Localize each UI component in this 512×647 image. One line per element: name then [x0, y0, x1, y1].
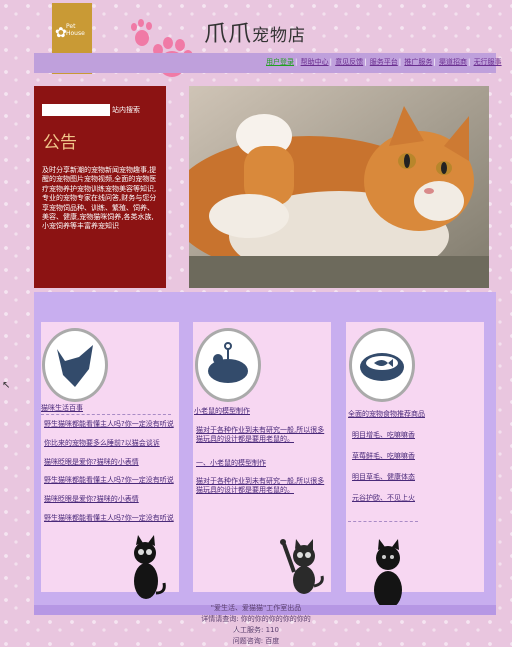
column-title-mouse-model[interactable]: 小老鼠的模型制作: [194, 406, 250, 416]
toy-mouse-icon: [195, 328, 261, 402]
list-item[interactable]: 猫咪眨眼是爱你?猫咪的小表情: [44, 458, 139, 467]
footer-service: 人工服务: 110: [233, 626, 279, 634]
list-item[interactable]: 猫对于各种作业到未有研究一般,所以很多猫玩具的设计都是要用老鼠的。: [196, 426, 331, 444]
column-title-products[interactable]: 全面的宠物食物推荐商品: [348, 409, 425, 419]
sitting-cat-icon: [374, 539, 402, 609]
notice-title: 公告: [43, 133, 77, 153]
footer-consult: 问题咨询: 百度: [232, 637, 280, 645]
nav-link-other[interactable]: 无行服事: [474, 58, 502, 66]
waving-cat-icon: [280, 539, 324, 594]
notice-body: 及时分享新潮的宠物新闻宠物趣事,提醒的宠物图片宠物视频,全面的宠物医疗宠物养护宠…: [42, 166, 157, 231]
brand-big: 爪爪: [204, 21, 252, 47]
footer-details: 详情请查询: 你的你的你的你的你的: [201, 615, 311, 623]
footer-credit: "爱生活、爱猫猫"工作室出品: [210, 604, 302, 612]
cat-head-icon: [42, 328, 108, 402]
list-item[interactable]: 你比来的宠物要多么睡前?以猫会谈诉: [44, 439, 160, 448]
divider: [41, 414, 171, 415]
list-item[interactable]: 一、小老鼠的模型制作: [196, 459, 266, 468]
paw-print-icon: [131, 19, 193, 77]
list-item[interactable]: 猫对于各种作业到未有研究一般,所以很多猫玩具的设计都是要用老鼠的。: [196, 477, 331, 495]
list-item[interactable]: 猫咪眨眼是爱你?猫咪的小表情: [44, 495, 139, 504]
black-cat-icon: [134, 535, 166, 599]
footer: "爱生活、爱猫猫"工作室出品 详情请查询: 你的你的你的你的你的 人工服务: 1…: [0, 603, 512, 647]
list-item[interactable]: 野生猫咪都能看懂主人吗?你一定没有听说: [44, 420, 174, 429]
fish-bowl-icon: [349, 328, 415, 402]
cat-photo: [189, 86, 489, 288]
paw-logo-icon: ✿: [55, 25, 67, 41]
list-item[interactable]: 草莓鲜毛、吃嘛嘛香: [352, 452, 415, 461]
column-title-cat-life[interactable]: 猫咪生活百事: [41, 403, 83, 413]
logo-text-1: Pet: [66, 23, 76, 30]
nav-link-feedback[interactable]: 意见反馈: [335, 58, 363, 66]
logo-text-2: House: [66, 30, 85, 37]
nav-link-help[interactable]: 帮助中心: [301, 58, 329, 66]
nav-link-platform[interactable]: 服务平台: [370, 58, 398, 66]
list-item[interactable]: 野生猫咪都能看懂主人吗?你一定没有听说: [44, 476, 174, 485]
nav-link-promotion[interactable]: 推广服务: [404, 58, 432, 66]
nav-link-channels[interactable]: 渠道招商: [439, 58, 467, 66]
brand-small: 宠物店: [252, 26, 306, 46]
mouse-pointer-icon: ↖: [2, 380, 11, 391]
list-item[interactable]: 野生猫咪都能看懂主人吗?你一定没有听说: [44, 514, 174, 523]
site-search-input[interactable]: [42, 104, 110, 116]
site-search-label: 站内搜索: [112, 106, 140, 114]
list-item[interactable]: 元谷护欧、不见上火: [352, 494, 415, 503]
nav-links: 用户登录| 帮助中心| 意见反馈| 服务平台| 推广服务| 渠道招商| 无行服事: [266, 58, 502, 66]
brand-title: 爪爪宠物店: [204, 14, 306, 48]
list-item[interactable]: 明目增毛、吃嘛嘛香: [352, 431, 415, 440]
divider: [348, 521, 418, 522]
nav-link-login[interactable]: 用户登录: [266, 58, 294, 66]
list-item[interactable]: 明目草毛、健康体态: [352, 473, 415, 482]
